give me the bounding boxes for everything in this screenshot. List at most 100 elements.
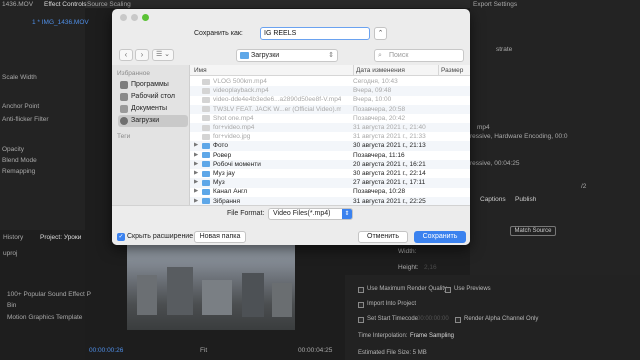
- file-row[interactable]: Shot one.mp4 Позавчера, 20:42: [190, 114, 470, 123]
- file-row[interactable]: for+video.jpg 31 августа 2021 г., 21:33: [190, 132, 470, 141]
- search-field[interactable]: ⌕ Поиск: [374, 49, 464, 62]
- project-item[interactable]: Motion Graphics Template: [7, 314, 82, 321]
- timecode-duration: 00:00:04:25: [298, 347, 333, 354]
- file-name: video-dde4e4b3ede6...a2890d50ee8f-V.mp4: [213, 96, 341, 104]
- view-mode-icon[interactable]: ☰ ⌄: [152, 49, 174, 61]
- file-row[interactable]: VLOG 500km.mp4 Сегодня, 10:43: [190, 77, 470, 86]
- sequence-tab[interactable]: 1 * IMG_1436.MOV: [32, 19, 89, 26]
- tab-source-scaling[interactable]: Source Scaling: [87, 1, 131, 8]
- chevron-updown-icon: ⇕: [342, 209, 352, 219]
- building: [242, 273, 264, 317]
- finder-sidebar: Избранное Программы Рабочий стол Докумен…: [112, 65, 190, 205]
- file-date: Сегодня, 10:43: [353, 78, 398, 85]
- column-size[interactable]: Размер: [438, 65, 463, 76]
- disclosure-triangle-icon[interactable]: ▶: [194, 160, 198, 169]
- save-button[interactable]: Сохранить: [414, 231, 466, 243]
- tab-project[interactable]: Project: Уроки: [40, 234, 81, 241]
- file-name: Робочі моменти: [213, 160, 261, 168]
- set-start-timecode-checkbox[interactable]: [358, 317, 364, 323]
- render-alpha-checkbox[interactable]: [455, 317, 461, 323]
- sidebar-item-documents[interactable]: Документы: [118, 103, 188, 115]
- project-item[interactable]: 100+ Popular Sound Effect P: [7, 291, 91, 298]
- cancel-button[interactable]: Отменить: [358, 231, 408, 243]
- file-row[interactable]: video-dde4e4b3ede6...a2890d50ee8f-V.mp4 В…: [190, 95, 470, 104]
- disclosure-triangle-icon[interactable]: ▶: [194, 178, 198, 187]
- location-label: Загрузки: [251, 52, 280, 59]
- zoom-icon[interactable]: [142, 14, 149, 21]
- sidebar-item-label: Программы: [131, 81, 169, 88]
- folder-icon: [202, 188, 210, 195]
- start-timecode-value[interactable]: 00:00:00:00: [417, 316, 449, 322]
- building: [167, 267, 193, 315]
- building: [202, 280, 232, 315]
- chevron-updown-icon: ⇕: [328, 52, 334, 59]
- minimize-icon[interactable]: [131, 14, 138, 21]
- disclosure-triangle-icon[interactable]: ▶: [194, 169, 198, 178]
- file-name: Фото: [213, 142, 228, 150]
- file-date: 31 августа 2021 г., 21:33: [353, 133, 426, 141]
- location-popup[interactable]: Загрузки ⇕: [236, 49, 338, 62]
- folder-row[interactable]: ▶ Фото 30 августа 2021 г., 21:13: [190, 141, 470, 151]
- folder-icon: [202, 198, 210, 205]
- effect-controls-panel: 1436.MOV Effect Controls 1 * IMG_1436.MO…: [0, 0, 89, 230]
- folder-row[interactable]: ▶ Робочі моменти 20 августа 2021 г., 16:21: [190, 159, 470, 170]
- disclosure-triangle-icon[interactable]: ▶: [194, 187, 198, 196]
- folder-row[interactable]: ▶ Канал Англ Позавчера, 10:28: [190, 187, 470, 196]
- tab-captions[interactable]: Captions: [480, 196, 506, 203]
- documents-icon: [120, 105, 128, 113]
- folder-row[interactable]: ▶ Ровер Позавчера, 11:16: [190, 151, 470, 160]
- sidebar-item-label: Рабочий стол: [131, 93, 175, 100]
- file-date: 30 августа 2021 г., 21:13: [353, 142, 426, 150]
- folder-row[interactable]: ▶ Муз 27 августа 2021 г., 17:11: [190, 178, 470, 188]
- file-row[interactable]: for+video.mp4 31 августа 2021 г., 21:40: [190, 123, 470, 133]
- new-folder-button[interactable]: Новая папка: [194, 231, 246, 243]
- prop-anti-flicker: Anti-flicker Filter: [2, 116, 49, 123]
- height-value[interactable]: 2,16: [424, 264, 437, 271]
- chevron-up-icon[interactable]: ⌃: [374, 27, 387, 40]
- file-icon: [202, 87, 210, 94]
- page-indicator: /2: [581, 183, 587, 190]
- file-format-value: Video Files(*.mp4): [273, 210, 331, 217]
- project-name: uproj: [3, 250, 18, 257]
- disclosure-triangle-icon[interactable]: ▶: [194, 141, 198, 150]
- sidebar-item-applications[interactable]: Программы: [118, 79, 188, 91]
- file-name: Муз jay: [213, 170, 235, 177]
- close-icon[interactable]: [120, 14, 127, 21]
- forward-icon[interactable]: ›: [135, 49, 149, 61]
- tab-history[interactable]: History: [3, 234, 23, 241]
- column-name[interactable]: Имя: [194, 65, 207, 76]
- file-row[interactable]: TW3LV FEAT. JACK W...er (Official Video)…: [190, 104, 470, 114]
- hide-extension-label: Скрыть расширение: [127, 233, 194, 240]
- back-icon[interactable]: ‹: [119, 49, 133, 61]
- save-as-input[interactable]: [260, 27, 370, 40]
- match-source-button[interactable]: Match Source: [510, 226, 556, 236]
- sidebar-item-label: Документы: [131, 105, 168, 112]
- search-icon: ⌕: [378, 52, 382, 59]
- column-date[interactable]: Дата изменения: [353, 65, 405, 76]
- sidebar-item-downloads[interactable]: Загрузки: [118, 115, 188, 127]
- project-item[interactable]: Bin: [7, 302, 16, 309]
- import-into-project-checkbox[interactable]: [358, 302, 364, 308]
- file-name: Shot one.mp4: [213, 114, 254, 122]
- folder-row[interactable]: ▶ Муз jay 30 августа 2021 г., 22:14: [190, 169, 470, 178]
- file-format-select[interactable]: Video Files(*.mp4) ⇕: [268, 208, 353, 220]
- max-render-quality-label: Use Maximum Render Quality: [367, 286, 448, 292]
- column-header: Имя Дата изменения Размер: [190, 65, 470, 76]
- applications-icon: [120, 81, 128, 89]
- tab-clip[interactable]: 1436.MOV: [2, 1, 33, 8]
- timecode-current[interactable]: 00:00:00:26: [89, 347, 123, 354]
- max-render-quality-checkbox[interactable]: [358, 287, 364, 293]
- favorites-header: Избранное: [117, 70, 150, 77]
- sidebar-item-desktop[interactable]: Рабочий стол: [118, 91, 188, 103]
- file-name: VLOG 500km.mp4: [213, 78, 267, 85]
- hide-extension-checkbox[interactable]: ✓: [117, 233, 125, 241]
- import-into-project-label: Import Into Project: [367, 301, 417, 307]
- tab-effect-controls[interactable]: Effect Controls: [44, 1, 87, 8]
- output-name[interactable]: mp4: [477, 124, 490, 131]
- use-previews-checkbox[interactable]: [445, 287, 451, 293]
- time-interp-select[interactable]: Frame Sampling: [410, 333, 454, 339]
- disclosure-triangle-icon[interactable]: ▶: [194, 151, 198, 160]
- tab-publish[interactable]: Publish: [515, 196, 536, 203]
- fit-select[interactable]: Fit: [200, 347, 207, 354]
- file-row[interactable]: videoplayback.mp4 Вчера, 09:48: [190, 86, 470, 96]
